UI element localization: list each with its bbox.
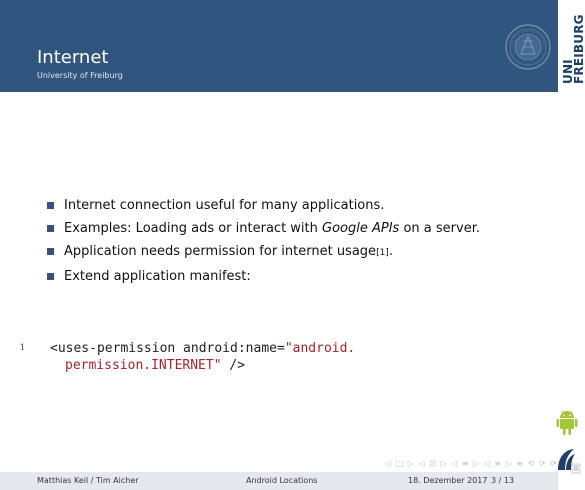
list-item: Extend application manifest: (44, 268, 504, 285)
bullet-marker (47, 248, 54, 255)
citation-link[interactable]: [1] (376, 248, 389, 258)
code-line: 1 <uses-permission android:name="android. (20, 339, 355, 357)
university-seal-icon (505, 24, 551, 70)
bullet-text: Application needs permission for interne… (64, 244, 377, 259)
footer-date: 18. Dezember 2017 (408, 476, 488, 485)
android-icon (556, 410, 578, 435)
bullet-marker (47, 225, 54, 232)
bullet-text: Extend application manifest: (64, 269, 251, 284)
footer-title: Android Locations (246, 476, 318, 485)
list-item: Application needs permission for interne… (44, 243, 504, 262)
code-listing: 1 <uses-permission android:name="android.… (20, 339, 355, 374)
line-number: 1 (20, 343, 26, 352)
bullet-list: Internet connection useful for many appl… (44, 197, 504, 291)
page-number: 3 / 13 (491, 476, 515, 485)
emphasis-text: Google APIs (322, 221, 400, 236)
bullet-text: . (388, 244, 393, 259)
lab-logo-icon (558, 449, 581, 474)
bullet-marker (47, 202, 54, 209)
footer-bar: Matthias Keil / Tim Aicher Android Locat… (0, 472, 558, 490)
list-item: Internet connection useful for many appl… (44, 197, 504, 214)
bullet-text: Internet connection useful for many appl… (64, 198, 385, 213)
page-title: Internet (37, 47, 109, 68)
code-string: "android. (284, 341, 356, 356)
footer-authors: Matthias Keil / Tim Aicher (37, 476, 139, 485)
brand-line-freiburg: FREIBURG (572, 14, 585, 84)
list-item: Examples: Loading ads or interact with G… (44, 220, 504, 237)
code-token: /> (221, 358, 246, 373)
brand-wordmark: UNI FREIBURG (561, 14, 585, 84)
code-line: permission.INTERNET" /> (20, 357, 355, 374)
beamer-navigation[interactable]: ◁ □ ▷ ◁ ⊡ ▷ ◁ ≡ ▷ ◁ ≡ ▷ ≡ ⟲ ⟳ ⟳ (385, 459, 557, 469)
bullet-marker (47, 273, 54, 280)
code-string: permission.INTERNET" (65, 358, 222, 373)
page-subtitle: University of Freiburg (37, 71, 123, 80)
bullet-text: on a server. (399, 221, 480, 236)
header-bar: Internet University of Freiburg (0, 0, 558, 92)
slide: Internet University of Freiburg UNI FREI… (0, 0, 585, 490)
code-token: <uses-permission android:name= (50, 341, 285, 356)
bullet-text: Examples: Loading ads or interact with (64, 221, 323, 236)
